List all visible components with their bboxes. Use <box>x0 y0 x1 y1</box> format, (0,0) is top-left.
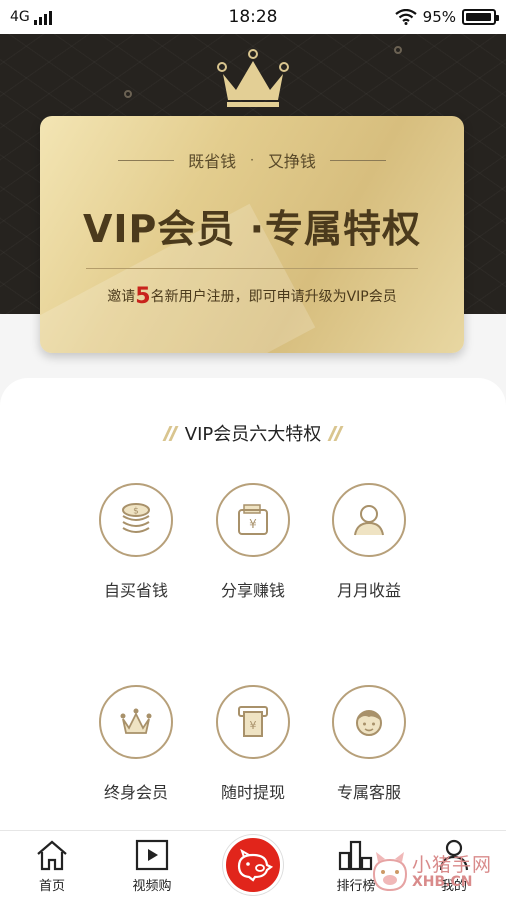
battery-icon <box>462 9 499 25</box>
privilege-share-earn[interactable]: ¥ 分享赚钱 <box>198 483 308 601</box>
crown-icon <box>120 708 152 734</box>
privileges-heading: VIP会员六大特权 <box>0 420 506 446</box>
tab-label: 视频购 <box>132 879 172 894</box>
privilege-circle <box>332 685 406 759</box>
privilege-circle <box>332 483 406 557</box>
privilege-label: 终身会员 <box>103 783 168 802</box>
privilege-label: 月月收益 <box>336 581 401 600</box>
status-right: 95% <box>394 8 499 26</box>
divider <box>118 159 175 161</box>
profile-icon <box>439 839 469 871</box>
divider <box>329 159 386 161</box>
privilege-lifetime-member[interactable]: 终身会员 <box>81 685 191 803</box>
vip-card: 既省钱 · 又挣钱 VIP会员 ·专属特权 邀请5名新用户注册，即可申请升级为V… <box>40 116 464 353</box>
slash-decoration <box>162 425 179 441</box>
user-avatar-icon <box>354 505 384 536</box>
invite-prefix: 邀请 <box>107 289 136 305</box>
decorative-dot <box>394 46 402 54</box>
privilege-monthly-income[interactable]: 月月收益 <box>314 483 424 601</box>
tab-label: 我的 <box>440 879 467 894</box>
ranking-bars-icon <box>338 840 373 871</box>
card-title: VIP会员 ·专属特权 <box>82 207 422 251</box>
video-play-icon <box>135 839 169 871</box>
service-agent-icon <box>356 710 382 736</box>
crown-icon <box>205 48 301 108</box>
privilege-label: 自买省钱 <box>103 581 168 600</box>
battery-percent: 95% <box>422 8 456 26</box>
wallet-yuan-icon: ¥ <box>238 504 268 535</box>
bottom-tab-bar: 首页 视频购 排行榜 我的 <box>0 830 506 900</box>
privileges-panel: VIP会员六大特权 $ 自买省钱 ¥ 分享赚钱 月月收益 终身会员 ¥ 随时提现… <box>0 378 506 830</box>
tab-mine[interactable]: 我的 <box>414 837 494 894</box>
tab-label: 排行榜 <box>336 879 376 894</box>
center-pig-button[interactable] <box>223 835 283 895</box>
tab-label: 首页 <box>38 879 65 894</box>
privilege-label: 专属客服 <box>336 783 401 802</box>
divider <box>86 268 418 269</box>
privilege-circle: ¥ <box>216 483 290 557</box>
tab-home[interactable]: 首页 <box>12 837 92 894</box>
privilege-self-buy[interactable]: $ 自买省钱 <box>81 483 191 601</box>
battery-level <box>466 13 491 21</box>
privilege-withdraw[interactable]: ¥ 随时提现 <box>198 685 308 803</box>
status-bar: 4G 18:28 95% <box>0 0 506 34</box>
subtitle-right: 又挣钱 <box>267 152 316 171</box>
tab-video-shop[interactable]: 视频购 <box>112 837 192 894</box>
invite-text: 邀请5名新用户注册，即可申请升级为VIP会员 <box>40 284 464 309</box>
invite-suffix: 名新用户注册，即可申请升级为VIP会员 <box>150 289 397 305</box>
slash-decoration <box>327 425 344 441</box>
subtitle-left: 既省钱 <box>188 152 237 171</box>
privileges-title: VIP会员六大特权 <box>184 424 322 445</box>
card-subtitle: 既省钱 · 又挣钱 <box>40 148 464 172</box>
coins-icon: $ <box>122 503 150 533</box>
wifi-icon <box>394 9 417 25</box>
privilege-exclusive-service[interactable]: 专属客服 <box>314 685 424 803</box>
home-icon <box>37 840 67 871</box>
svg-text:¥: ¥ <box>249 517 257 531</box>
tab-ranking[interactable]: 排行榜 <box>316 837 396 894</box>
svg-text:¥: ¥ <box>250 719 257 732</box>
privilege-circle <box>99 685 173 759</box>
cash-withdraw-icon: ¥ <box>238 706 268 737</box>
subtitle-separator: · <box>250 153 254 167</box>
decorative-dot <box>124 90 132 98</box>
pig-logo-icon <box>237 848 273 882</box>
privilege-circle: $ <box>99 483 173 557</box>
svg-text:$: $ <box>133 507 139 517</box>
invite-count: 5 <box>135 284 151 309</box>
privilege-circle: ¥ <box>216 685 290 759</box>
privilege-label: 随时提现 <box>220 783 285 802</box>
privilege-label: 分享赚钱 <box>220 581 285 600</box>
